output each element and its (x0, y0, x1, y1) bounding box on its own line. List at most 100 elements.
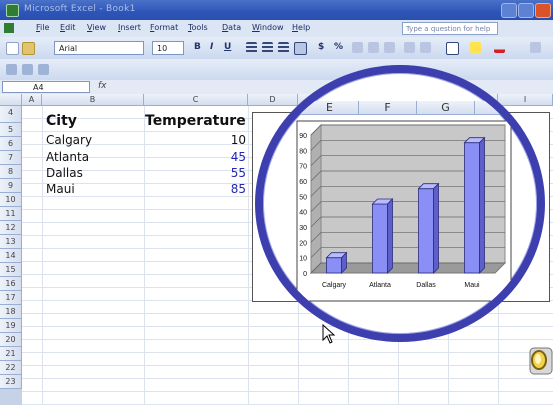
bar-side (387, 198, 393, 274)
title-bar: Microsoft Excel - Book1 (0, 0, 553, 20)
y-tick-label: 20 (299, 240, 307, 247)
bar-maui (464, 142, 480, 274)
new-document-icon[interactable] (6, 42, 19, 55)
open-folder-icon[interactable] (22, 42, 35, 55)
menu-help[interactable]: Help (292, 23, 310, 32)
currency-button[interactable]: $ (318, 42, 324, 52)
row-header[interactable]: 13 (0, 235, 22, 249)
row-header[interactable]: 14 (0, 249, 22, 263)
menu-format[interactable]: Format (150, 23, 178, 32)
x-tick-label: Calgary (322, 282, 347, 289)
row-header[interactable]: 12 (0, 221, 22, 235)
menu-edit[interactable]: Edit (60, 23, 76, 32)
header-city-cell[interactable]: City (46, 113, 77, 129)
row-header[interactable]: 20 (0, 333, 22, 347)
font-size-select[interactable]: 10 (152, 41, 184, 55)
row-header[interactable]: 11 (0, 207, 22, 221)
name-box[interactable]: A4 (2, 81, 90, 93)
mouse-cursor-icon (322, 324, 336, 344)
spelling-icon[interactable] (6, 64, 17, 75)
gridline (144, 106, 145, 405)
toolbar-options-icon[interactable] (530, 42, 541, 53)
magnifier-toggle-icon[interactable] (526, 342, 553, 378)
temperature-cell[interactable]: 85 (204, 182, 246, 196)
row-header[interactable]: 8 (0, 165, 22, 179)
align-center-icon[interactable] (262, 42, 273, 53)
x-tick-label: Dallas (416, 282, 436, 289)
decrease-decimal-icon[interactable] (384, 42, 395, 53)
excel-app-icon (6, 4, 19, 17)
workbook-icon[interactable] (4, 23, 14, 33)
bold-button[interactable]: B (194, 42, 201, 52)
restore-icon[interactable] (518, 3, 534, 18)
row-header[interactable]: 15 (0, 263, 22, 277)
comma-style-icon[interactable] (352, 42, 363, 53)
y-tick-label: 50 (299, 194, 307, 201)
font-color-icon[interactable] (494, 42, 505, 53)
align-right-icon[interactable] (278, 42, 289, 53)
font-name-select[interactable]: Arial (54, 41, 144, 55)
city-cell[interactable]: Dallas (46, 166, 83, 180)
column-header-a[interactable]: A (22, 94, 42, 106)
menu-insert[interactable]: Insert (118, 23, 141, 32)
y-tick-label: 10 (299, 256, 307, 263)
increase-decimal-icon[interactable] (368, 42, 379, 53)
borders-icon[interactable] (446, 42, 459, 55)
select-all-corner[interactable] (0, 94, 22, 106)
merge-center-icon[interactable] (294, 42, 307, 55)
formatting-toolbar: Arial 10 B I U $ % (0, 37, 553, 60)
bar-atlanta (372, 203, 388, 274)
column-header-b[interactable]: B (42, 94, 144, 106)
research-icon[interactable] (22, 64, 33, 75)
menu-view[interactable]: View (87, 23, 106, 32)
menu-file[interactable]: File (36, 23, 49, 32)
city-cell[interactable]: Atlanta (46, 150, 89, 164)
underline-button[interactable]: U (224, 42, 231, 52)
temperature-cell[interactable]: 55 (204, 166, 246, 180)
row-header[interactable]: 23 (0, 375, 22, 389)
row-header[interactable]: 5 (0, 123, 22, 137)
window-title: Microsoft Excel - Book1 (24, 4, 136, 14)
menu-window[interactable]: Window (252, 23, 284, 32)
increase-indent-icon[interactable] (420, 42, 431, 53)
row-header[interactable]: 6 (0, 137, 22, 151)
row-header[interactable]: 18 (0, 305, 22, 319)
header-temperature-cell[interactable]: Temperature (145, 113, 246, 129)
gridline (248, 106, 249, 405)
row-header[interactable]: 19 (0, 319, 22, 333)
menu-data[interactable]: Data (222, 23, 241, 32)
align-left-icon[interactable] (246, 42, 257, 53)
temperature-cell[interactable]: 10 (204, 133, 246, 147)
row-header[interactable]: 10 (0, 193, 22, 207)
y-tick-label: 40 (299, 210, 307, 217)
row-header[interactable]: 22 (0, 361, 22, 375)
row-header[interactable]: 17 (0, 291, 22, 305)
temperature-cell[interactable]: 45 (204, 150, 246, 164)
minimize-icon[interactable] (501, 3, 517, 18)
row-header[interactable]: 7 (0, 151, 22, 165)
gridline (42, 106, 43, 405)
decrease-indent-icon[interactable] (404, 42, 415, 53)
close-icon[interactable] (535, 3, 551, 18)
city-cell[interactable]: Maui (46, 182, 75, 196)
percent-button[interactable]: % (334, 42, 343, 52)
magnifier-lens: E F G H 0 10 20 30 40 50 60 70 80 90 Calgary Atlant… (255, 65, 545, 342)
menu-bar: File Edit View Insert Format Tools Data … (0, 20, 553, 38)
y-tick-label: 0 (303, 271, 307, 278)
city-cell[interactable]: Calgary (46, 133, 92, 147)
ask-question-input[interactable]: Type a question for help (402, 22, 498, 35)
paste-icon[interactable] (38, 64, 49, 75)
insert-function-button[interactable]: fx (98, 81, 107, 91)
italic-button[interactable]: I (210, 42, 213, 52)
row-header[interactable]: 16 (0, 277, 22, 291)
fill-color-icon[interactable] (470, 42, 481, 53)
x-tick-label: Atlanta (369, 282, 391, 289)
menu-tools[interactable]: Tools (188, 23, 208, 32)
temperature-bar-chart[interactable]: 0 10 20 30 40 50 60 70 80 90 Calgary Atlanta Dallas M… (263, 73, 537, 334)
column-header-c[interactable]: C (144, 94, 248, 106)
y-tick-label: 70 (299, 164, 307, 171)
bar-dallas (418, 188, 434, 274)
row-header[interactable]: 9 (0, 179, 22, 193)
row-header[interactable]: 4 (0, 106, 22, 123)
row-header[interactable]: 21 (0, 347, 22, 361)
